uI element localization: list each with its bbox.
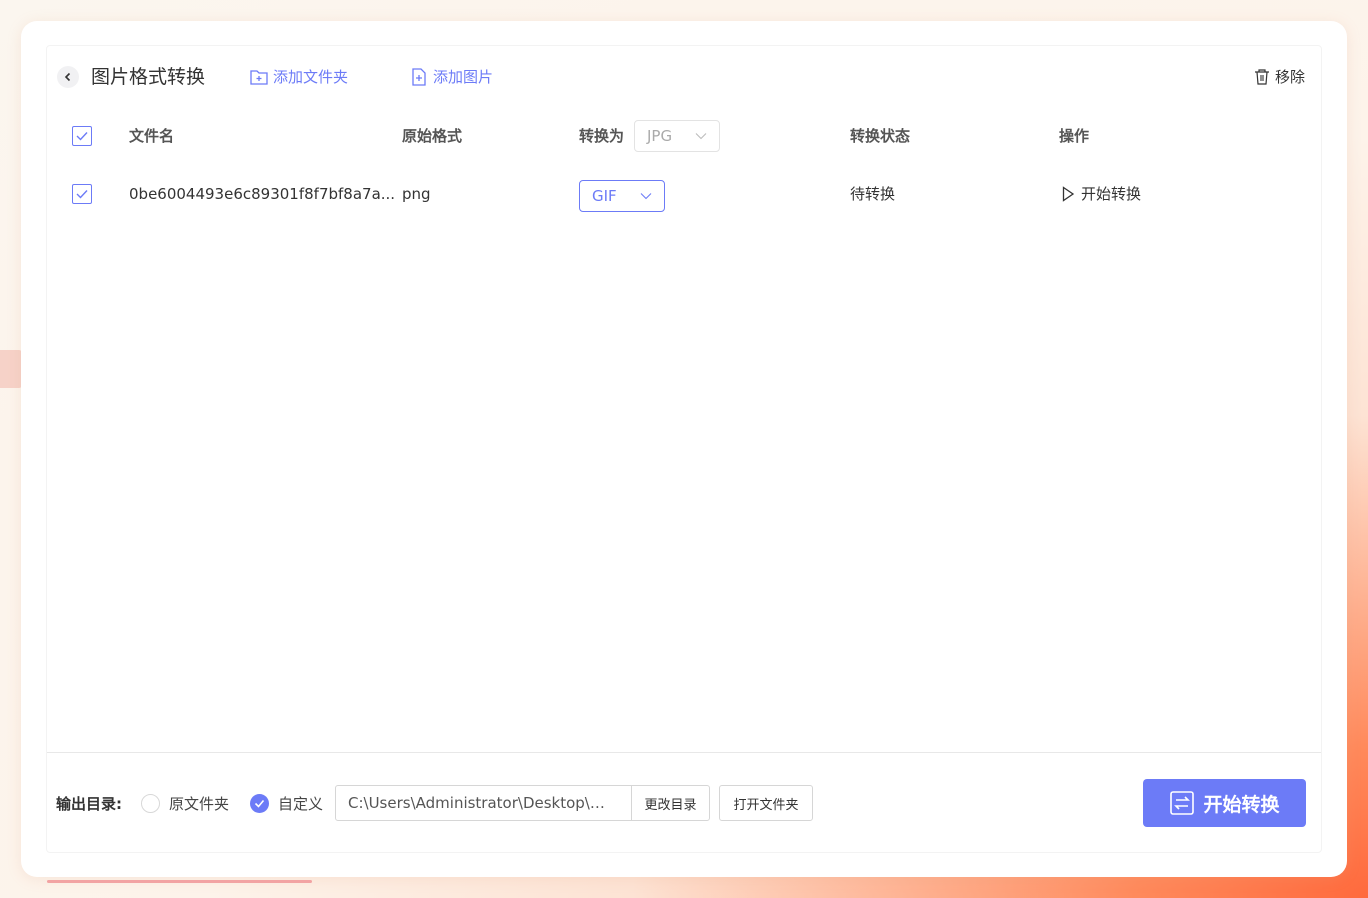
back-button[interactable] [57, 66, 79, 88]
output-path-input[interactable]: C:\Users\Administrator\Desktop\万... [336, 786, 631, 820]
footer-divider [47, 752, 1321, 753]
chevron-down-icon [695, 133, 707, 140]
add-folder-button[interactable]: 添加文件夹 [249, 66, 348, 88]
convert-all-value: JPG [647, 127, 673, 145]
output-dir-label: 输出目录: [56, 795, 122, 813]
select-all-checkbox[interactable] [72, 126, 92, 146]
row-convert-select[interactable]: GIF [579, 180, 665, 212]
add-image-label: 添加图片 [433, 68, 494, 86]
column-header-action: 操作 [1059, 127, 1090, 145]
add-image-button[interactable]: 添加图片 [409, 66, 493, 88]
start-convert-button[interactable]: 开始转换 [1143, 779, 1306, 827]
check-icon [254, 799, 265, 808]
remove-label: 移除 [1275, 68, 1306, 86]
file-add-icon [412, 68, 426, 86]
content-frame [46, 45, 1322, 853]
play-icon [1062, 186, 1075, 202]
column-header-original-format: 原始格式 [402, 127, 463, 145]
row-start-label: 开始转换 [1081, 185, 1142, 203]
row-start-button[interactable]: 开始转换 [1061, 184, 1141, 204]
folder-add-icon [250, 70, 268, 85]
side-tab [0, 350, 22, 388]
check-icon [76, 132, 88, 141]
convert-icon [1170, 791, 1195, 815]
row-checkbox[interactable] [72, 184, 92, 204]
radio-custom[interactable] [250, 794, 269, 813]
row-convert-value: GIF [592, 187, 617, 205]
check-icon [76, 190, 88, 199]
radio-custom-label[interactable]: 自定义 [278, 794, 323, 814]
remove-button[interactable]: 移除 [1253, 66, 1305, 88]
radio-original-folder[interactable] [141, 794, 160, 813]
open-folder-button[interactable]: 打开文件夹 [719, 785, 813, 821]
bottom-accent-line [47, 880, 312, 883]
trash-icon [1255, 69, 1269, 85]
radio-original-folder-label[interactable]: 原文件夹 [169, 794, 229, 814]
chevron-down-icon [640, 193, 652, 200]
change-dir-button[interactable]: 更改目录 [631, 786, 709, 820]
column-header-status: 转换状态 [850, 127, 911, 145]
add-folder-label: 添加文件夹 [273, 68, 349, 86]
column-header-convert-to: 转换为 [579, 127, 625, 145]
convert-all-select[interactable]: JPG [634, 120, 720, 152]
row-status: 待转换 [850, 185, 896, 203]
start-convert-label: 开始转换 [1203, 793, 1280, 816]
page-title: 图片格式转换 [91, 66, 206, 88]
chevron-left-icon [64, 72, 71, 82]
column-header-filename: 文件名 [129, 127, 175, 145]
row-original-format: png [402, 185, 431, 203]
output-path-field: C:\Users\Administrator\Desktop\万... 更改目录 [335, 785, 710, 821]
row-filename: 0be6004493e6c89301f8f7bf8a7a... [129, 185, 396, 203]
